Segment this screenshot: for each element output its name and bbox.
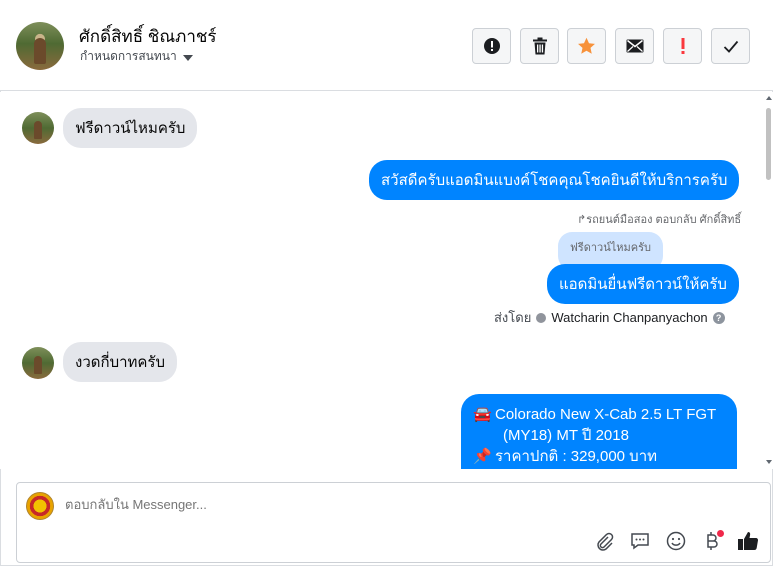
customer-avatar[interactable]	[22, 347, 54, 379]
sent-by-agent: Watcharin Chanpanyachon	[551, 310, 708, 325]
conversation-header: ศักดิ์สิทธิ์ ชิณภาชร์ กำหนดการสนทนา	[0, 0, 773, 91]
verified-icon	[536, 312, 547, 323]
report-button[interactable]	[472, 28, 511, 64]
help-icon[interactable]: ?	[712, 311, 725, 324]
trash-icon	[532, 37, 547, 55]
check-icon	[723, 40, 738, 53]
message-bubble-outgoing[interactable]: สวัสดีครับแอดมินแบงค์โชคคุณโชคยินดีให้บร…	[369, 160, 740, 200]
sent-by-line: ส่งโดย Watcharin Chanpanyachon ?	[494, 307, 725, 328]
message-bubble-incoming[interactable]: ฟรีดาวน์ไหมครับ	[63, 108, 198, 148]
exclamation-icon	[681, 38, 684, 54]
emoji-button[interactable]	[664, 529, 688, 553]
mark-unread-button[interactable]	[615, 28, 654, 64]
star-button[interactable]	[567, 28, 606, 64]
page-avatar	[26, 492, 54, 520]
customer-avatar[interactable]	[22, 112, 54, 144]
message-thread[interactable]: ฟรีดาวน์ไหมครับ สวัสดีครับแอดมินแบงค์โชค…	[0, 92, 773, 469]
payment-button[interactable]	[700, 529, 724, 553]
message-bubble-outgoing-reply[interactable]: แอดมินยื่นฟรีดาวน์ให้ครับ	[547, 264, 739, 304]
star-icon	[578, 37, 595, 54]
thumbs-up-icon	[738, 532, 759, 551]
like-button[interactable]	[736, 529, 760, 553]
car-icon: 🚘	[473, 406, 492, 423]
notification-dot	[717, 530, 724, 537]
done-button[interactable]	[711, 28, 750, 64]
spam-button[interactable]	[663, 28, 702, 64]
reply-composer	[16, 482, 771, 563]
reply-context: ↱รถยนต์มือสอง ตอบกลับ ศักดิ์สิทธิ์	[577, 214, 742, 226]
car-price: ราคาปกติ : 329,000 บาท	[495, 448, 658, 465]
car-model: Colorado New X-Cab 2.5 LT FGT	[495, 406, 717, 423]
emoji-icon	[666, 531, 686, 551]
pin-icon: 📌	[473, 448, 492, 465]
delete-button[interactable]	[520, 28, 559, 64]
reply-input[interactable]	[65, 497, 665, 512]
scrollbar-thumb[interactable]	[766, 108, 771, 180]
car-year: (MY18) MT ปี 2018	[503, 427, 629, 444]
assign-conversation-dropdown[interactable]: กำหนดการสนทนา	[80, 47, 193, 66]
assign-label: กำหนดการสนทนา	[80, 49, 177, 63]
envelope-icon	[626, 39, 643, 53]
message-bubble-incoming[interactable]: งวดกี่บาทครับ	[63, 342, 178, 382]
caret-down-icon	[182, 54, 193, 61]
attach-button[interactable]	[592, 529, 616, 553]
paperclip-icon	[597, 532, 614, 551]
alert-circle-icon	[483, 38, 500, 54]
scroll-up-arrow-icon[interactable]	[766, 96, 772, 100]
saved-reply-button[interactable]	[628, 529, 652, 553]
contact-name[interactable]: ศักดิ์สิทธิ์ ชิณภาชร์	[79, 23, 217, 50]
saved-reply-icon	[631, 533, 649, 550]
contact-avatar[interactable]	[16, 22, 64, 70]
sent-by-label: ส่งโดย	[494, 310, 532, 325]
car-listing-message[interactable]: 🚘 Colorado New X-Cab 2.5 LT FGT (MY18) M…	[461, 394, 737, 469]
scroll-down-arrow-icon[interactable]	[766, 460, 772, 464]
